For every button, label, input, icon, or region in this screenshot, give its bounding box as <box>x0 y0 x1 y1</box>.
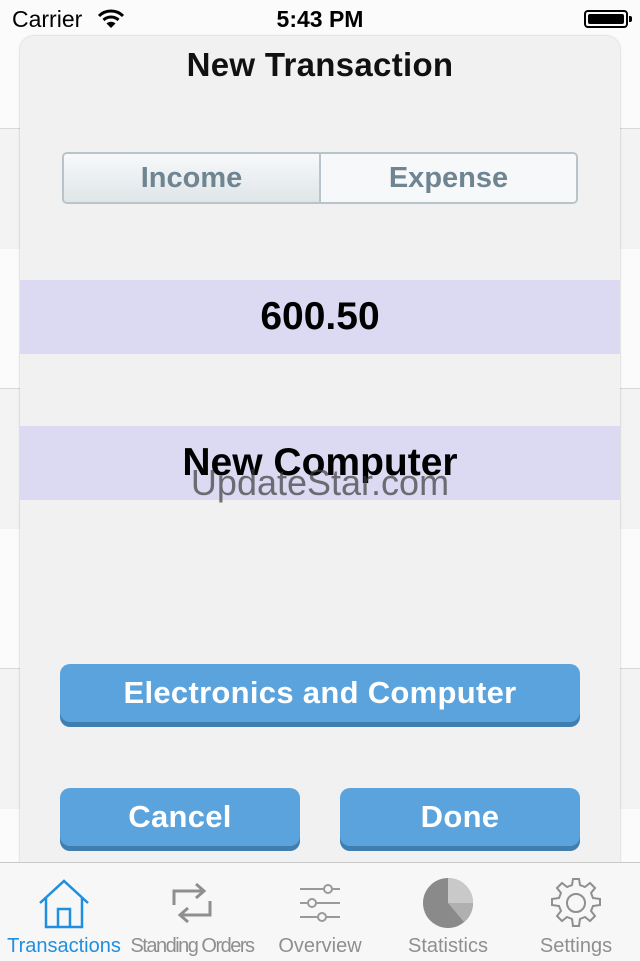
battery-icon <box>584 10 632 28</box>
amount-field[interactable]: 600.50 <box>20 280 620 354</box>
tab-label: Standing Orders <box>130 935 255 957</box>
modal-title: New Transaction <box>186 46 454 83</box>
category-button[interactable]: Electronics and Computer <box>60 664 580 722</box>
segment-expense[interactable]: Expense <box>321 154 576 202</box>
segment-income[interactable]: Income <box>64 154 321 202</box>
tab-transactions[interactable]: Transactions <box>0 863 128 961</box>
tab-standing-orders[interactable]: Standing Orders <box>128 863 256 961</box>
tab-bar: Transactions Standing Orders Overview St… <box>0 862 640 961</box>
type-segmented-control: Income Expense <box>62 152 578 204</box>
gear-icon <box>551 878 601 927</box>
description-field[interactable]: New Computer <box>20 426 620 500</box>
status-time: 5:43 PM <box>276 6 364 32</box>
done-button[interactable]: Done <box>340 788 580 846</box>
cancel-button[interactable]: Cancel <box>60 788 300 846</box>
pie-chart-icon <box>423 878 473 928</box>
tab-label: Transactions <box>7 935 121 957</box>
tab-settings[interactable]: Settings <box>512 863 640 961</box>
sliders-icon <box>300 884 340 922</box>
repeat-icon <box>172 882 212 924</box>
status-bar: Carrier 5:43 PM <box>0 0 640 40</box>
new-transaction-modal: New Transaction Income Expense 600.50 Ne… <box>20 36 620 876</box>
tab-label: Settings <box>539 935 613 957</box>
tab-statistics[interactable]: Statistics <box>384 863 512 961</box>
tab-label: Statistics <box>407 935 489 957</box>
tab-overview[interactable]: Overview <box>256 863 384 961</box>
house-icon <box>39 879 89 929</box>
tab-label: Overview <box>278 935 362 957</box>
